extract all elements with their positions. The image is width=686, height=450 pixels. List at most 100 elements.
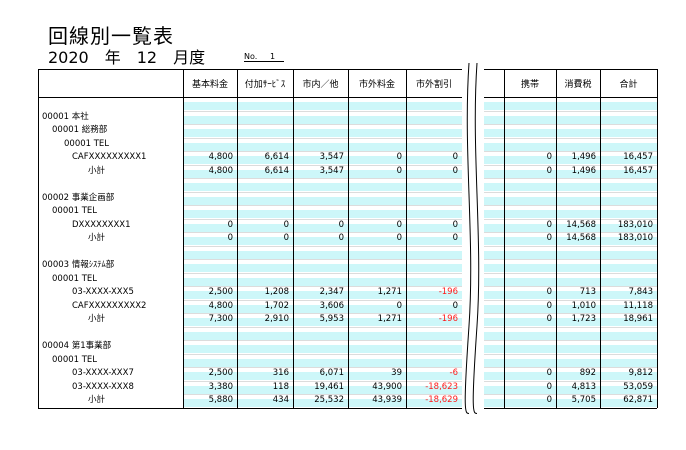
cell-value: 6,614 — [264, 152, 289, 162]
cell-value: 0 — [546, 219, 552, 230]
cell-value: 0 — [396, 219, 402, 230]
cell-value: 2,347 — [319, 287, 344, 297]
column-header: 消費税 — [564, 79, 592, 90]
row-label: 小計 — [88, 165, 106, 176]
subtotal-row: 小計 7,300 2,910 5,953 1,271 -196 0 1,723 18,961 — [38, 313, 657, 326]
cell-value: 0 — [396, 300, 402, 311]
cell-value: 1,723 — [571, 314, 596, 324]
cell-value: 0 — [338, 219, 344, 230]
table-row: 03-XXXX-XXX7 2,500 316 6,071 39 -6 0 892 9,812 — [38, 367, 657, 380]
cell-value: 25,532 — [314, 395, 344, 405]
cell-value: 7,843 — [628, 287, 653, 297]
cell-value: 4,800 — [208, 152, 233, 162]
cell-value: 6,614 — [264, 165, 289, 176]
group-row: 00002 事業企画部 — [38, 192, 657, 205]
column-rule — [657, 69, 658, 408]
cell-value: 0 — [452, 152, 458, 162]
cell-value: 0 — [546, 300, 552, 311]
cell-value: 1,208 — [264, 287, 289, 297]
cell-value: 713 — [579, 287, 596, 297]
column-header: 市外料金 — [358, 79, 395, 90]
column-header: 市外割引 — [415, 79, 452, 90]
page-number: No. 1 — [244, 52, 284, 62]
cell-value: 0 — [546, 165, 552, 176]
cell-value: 118 — [272, 381, 289, 392]
cell-value: 53,059 — [623, 381, 653, 392]
cell-value: 1,702 — [264, 300, 289, 311]
cell-value: 0 — [546, 395, 552, 405]
cell-value: 892 — [579, 368, 596, 378]
table-row: DXXXXXXXX1 0 0 0 0 0 0 14,568 183,010 — [38, 219, 657, 232]
group-row: 00001 TEL — [38, 205, 657, 218]
cell-value: 3,547 — [319, 152, 344, 162]
cell-value: 2,500 — [208, 368, 233, 378]
group-row — [38, 97, 657, 110]
column-header: 市内／他 — [302, 79, 339, 90]
cell-value: 0 — [338, 233, 344, 243]
cell-value: -18,623 — [425, 381, 458, 392]
cell-value: 0 — [227, 219, 233, 230]
cell-value: 1,010 — [571, 300, 596, 311]
row-label: 小計 — [88, 395, 106, 405]
cell-value: 0 — [396, 233, 402, 243]
cell-value: 43,900 — [372, 381, 402, 392]
row-label: 小計 — [88, 233, 106, 243]
cell-value: 0 — [546, 152, 552, 162]
cell-value: 0 — [546, 314, 552, 324]
row-label: CAFXXXXXXXXX1 — [72, 152, 147, 162]
cell-value: 434 — [272, 395, 289, 405]
cell-value: 0 — [283, 233, 289, 243]
subtotal-row: 小計 5,880 434 25,532 43,939 -18,629 0 5,705 62,87… — [38, 394, 657, 407]
row-label: 00003 情報ｼｽﾃﾑ部 — [42, 260, 115, 270]
cell-value: 11,118 — [623, 300, 653, 311]
column-header: 合計 — [619, 79, 638, 90]
cell-value: 3,380 — [208, 381, 233, 392]
group-row — [38, 246, 657, 259]
table-row: CAFXXXXXXXXX1 4,800 6,614 3,547 0 0 0 1,496 16,4… — [38, 151, 657, 164]
cell-value: 183,010 — [617, 233, 653, 243]
cell-value: 39 — [391, 368, 402, 378]
cell-value: 4,800 — [208, 300, 233, 311]
group-row: 00001 総務部 — [38, 124, 657, 137]
cell-value: 0 — [546, 368, 552, 378]
group-row: 00001 TEL — [38, 138, 657, 151]
group-row: 00004 第1事業部 — [38, 340, 657, 353]
row-label: CAFXXXXXXXXX2 — [72, 300, 147, 311]
row-label: 00001 TEL — [52, 354, 98, 365]
cell-value: 9,812 — [628, 368, 653, 378]
cell-value: -6 — [449, 368, 458, 378]
cell-value: 1,271 — [377, 314, 402, 324]
cell-value: 0 — [396, 165, 402, 176]
cell-value: 1,271 — [377, 287, 402, 297]
column-header: 携帯 — [520, 79, 539, 90]
cell-value: 7,300 — [208, 314, 233, 324]
cell-value: 1,496 — [571, 165, 596, 176]
cell-value: 16,457 — [623, 152, 653, 162]
cell-value: 5,705 — [571, 395, 596, 405]
line-list-table: 基本料金 付加ｻｰﾋﾞｽ 市内／他 市外料金 市外割引 携帯 消費税 合計 00001 本社 00… — [38, 62, 658, 429]
row-label: DXXXXXXXX1 — [72, 219, 131, 230]
column-header: 基本料金 — [191, 79, 228, 90]
row-label: 00002 事業企画部 — [42, 192, 115, 203]
cell-value: 0 — [546, 381, 552, 392]
cell-value: 14,568 — [566, 219, 596, 230]
table-row: 03-XXXX-XXX5 2,500 1,208 2,347 1,271 -196 0 713… — [38, 286, 657, 299]
cell-value: 0 — [452, 219, 458, 230]
row-label: 00001 本社 — [42, 111, 89, 122]
report-period: 2020 年 12 月度 — [48, 48, 206, 67]
cell-value: 0 — [452, 300, 458, 311]
table-row: CAFXXXXXXXXX2 4,800 1,702 3,606 0 0 0 1,010 11,1… — [38, 300, 657, 313]
column-break — [462, 62, 484, 414]
cell-value: 6,071 — [319, 368, 344, 378]
group-row: 00001 TEL — [38, 273, 657, 286]
row-label: 03-XXXX-XXX7 — [72, 368, 134, 378]
cell-value: 0 — [546, 287, 552, 297]
cell-value: -18,629 — [425, 395, 458, 405]
table-rule — [38, 407, 657, 409]
row-label: 03-XXXX-XXX5 — [72, 287, 134, 297]
group-row: 00001 本社 — [38, 111, 657, 124]
cell-value: 18,961 — [623, 314, 653, 324]
cell-value: 14,568 — [566, 233, 596, 243]
cell-value: -196 — [438, 314, 458, 324]
cell-value: 0 — [227, 233, 233, 243]
